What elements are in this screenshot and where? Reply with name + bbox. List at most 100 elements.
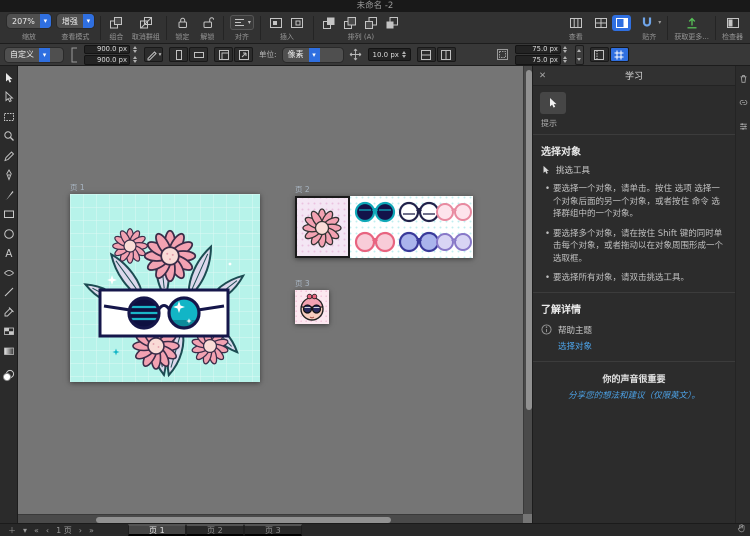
get-more-icon[interactable] xyxy=(682,15,701,31)
last-page-icon[interactable]: » xyxy=(89,524,94,536)
artboard-3[interactable] xyxy=(295,290,329,324)
more-title: 了解详情 xyxy=(541,304,581,316)
show-grid-icon[interactable] xyxy=(609,47,629,62)
line-tool-icon[interactable] xyxy=(2,286,16,299)
rows-icon[interactable] xyxy=(416,47,436,62)
anchor-point-icon[interactable] xyxy=(349,48,362,61)
zoom-tool-icon[interactable] xyxy=(2,130,16,143)
inspector-icon[interactable] xyxy=(723,15,742,31)
move-forward-icon[interactable] xyxy=(341,15,360,31)
transform-options-icon[interactable]: ▾ xyxy=(144,47,163,62)
group-icon[interactable] xyxy=(107,15,126,31)
vertical-scrollbar-thumb[interactable] xyxy=(525,70,532,410)
units-dropdown[interactable]: 像素 ▾ xyxy=(282,47,343,62)
artboard-tool-icon[interactable] xyxy=(2,110,16,123)
lock-icon[interactable] xyxy=(173,15,192,31)
vector-brush-tool-icon[interactable] xyxy=(2,266,16,279)
feedback-title: 你的声音很重要 xyxy=(602,374,666,385)
spacing-field[interactable]: 10.0 px xyxy=(367,48,411,61)
artboard-2-label[interactable]: 页 2 xyxy=(295,185,310,194)
tab-page-1[interactable]: 页 1 xyxy=(127,524,186,536)
tab-page-3[interactable]: 页 3 xyxy=(243,524,302,536)
text-tool-icon[interactable]: A xyxy=(2,247,16,260)
learn-panel: ✕ 学习 提示 选择对象 挑选工具 要选择一个对象，请单击。按住 选项 xyxy=(533,66,735,523)
width-stepper[interactable] xyxy=(131,45,138,53)
move-to-back-icon[interactable] xyxy=(383,15,402,31)
window-titlebar[interactable]: 未命名 -2 xyxy=(0,0,750,12)
unlock-icon[interactable] xyxy=(198,15,217,31)
move-backward-icon[interactable] xyxy=(362,15,381,31)
margin-vertical-field[interactable]: 75.0 px xyxy=(514,55,561,65)
height-stepper[interactable] xyxy=(131,56,138,64)
lock-label: 锁定 xyxy=(175,33,190,41)
insert-behind-icon[interactable] xyxy=(288,15,307,31)
snapping-magnet-icon[interactable] xyxy=(637,15,656,31)
canvas[interactable]: 页 1 页 2 页 3 xyxy=(18,66,532,523)
feedback-link[interactable]: 分享您的想法和建议（仅限英文）。 xyxy=(547,389,721,401)
horizontal-scrollbar-thumb[interactable] xyxy=(96,516,391,523)
landscape-orientation-icon[interactable] xyxy=(189,47,208,62)
tips-list: 要选择一个对象，请单击。按住 选项 选择一个对象后面的另一个对象，或者按住 命令… xyxy=(545,183,725,285)
toolbar-separator xyxy=(99,16,101,40)
toolbar-separator xyxy=(259,16,261,40)
artboard-1[interactable] xyxy=(70,194,260,382)
spacing-stepper[interactable] xyxy=(401,51,408,58)
pencil-tool-icon[interactable] xyxy=(2,149,16,162)
ellipse-tool-icon[interactable] xyxy=(2,227,16,240)
vertical-scrollbar[interactable] xyxy=(523,66,532,514)
margin-vertical-stepper[interactable] xyxy=(562,56,569,64)
margins-icon xyxy=(496,49,508,60)
move-tool-icon[interactable] xyxy=(2,71,16,84)
move-to-front-icon[interactable] xyxy=(320,15,339,31)
fill-stroke-swatches[interactable] xyxy=(2,367,15,386)
close-icon[interactable]: ✕ xyxy=(539,66,546,86)
scale-content-icon[interactable] xyxy=(234,47,253,62)
transparency-tool-icon[interactable] xyxy=(2,325,16,338)
margins-stepper[interactable] xyxy=(574,44,584,65)
eyedropper-tool-icon[interactable] xyxy=(2,305,16,318)
columns-icon[interactable] xyxy=(436,47,456,62)
trash-icon[interactable] xyxy=(737,72,750,85)
artboard-1-label[interactable]: 页 1 xyxy=(70,183,85,192)
height-field[interactable]: 900.0 px xyxy=(84,55,130,65)
tab-page-2[interactable]: 页 2 xyxy=(185,524,244,536)
help-link[interactable]: 选择对象 xyxy=(558,340,727,352)
brush-tool-icon[interactable] xyxy=(2,188,16,201)
horizontal-scrollbar[interactable] xyxy=(18,514,523,523)
arrange-label: 排列 (A) xyxy=(347,33,375,41)
width-field[interactable]: 900.0 px xyxy=(84,44,130,54)
insert-inside-icon[interactable] xyxy=(267,15,286,31)
help-topics-label: 帮助主题 xyxy=(558,325,593,336)
grid-icon[interactable] xyxy=(591,15,610,31)
link-icon[interactable] xyxy=(737,96,750,109)
node-tool-icon[interactable] xyxy=(2,91,16,104)
first-page-icon[interactable]: « xyxy=(34,524,39,536)
chevron-down-icon[interactable]: ▾ xyxy=(658,19,661,26)
viewmode-dropdown[interactable]: 增强 ▾ xyxy=(56,14,94,28)
clip-to-canvas-icon[interactable] xyxy=(214,47,233,62)
pan-hand-icon[interactable] xyxy=(736,523,746,536)
studio-panel-icon[interactable] xyxy=(612,14,632,31)
align-dropdown[interactable]: ▾ xyxy=(229,15,254,30)
view-columns-icon[interactable] xyxy=(566,15,585,31)
show-guides-icon[interactable] xyxy=(589,47,609,62)
portrait-orientation-icon[interactable] xyxy=(169,47,188,62)
ungroup-label: 取消群组 xyxy=(131,33,160,41)
gradient-tool-icon[interactable] xyxy=(2,344,16,357)
next-page-icon[interactable]: › xyxy=(79,524,82,536)
margin-horizontal-field[interactable]: 75.0 px xyxy=(514,44,561,54)
page-menu-icon[interactable]: ▾ xyxy=(23,524,27,536)
artboard-2[interactable] xyxy=(295,196,473,258)
artboard-3-label[interactable]: 页 3 xyxy=(295,279,310,288)
link-dimensions-icon[interactable] xyxy=(69,45,78,65)
rectangle-tool-icon[interactable] xyxy=(2,208,16,221)
ungroup-icon[interactable] xyxy=(136,15,155,31)
margin-horizontal-stepper[interactable] xyxy=(562,45,569,53)
prev-page-icon[interactable]: ‹ xyxy=(46,524,49,536)
zoom-dropdown[interactable]: 207% ▾ xyxy=(7,14,51,28)
move-tool-tile[interactable] xyxy=(540,92,566,114)
pen-tool-icon[interactable] xyxy=(2,169,16,182)
adjustments-icon[interactable] xyxy=(737,120,750,133)
preset-dropdown[interactable]: 自定义 ▾ xyxy=(5,47,63,62)
add-page-icon[interactable]: ＋ xyxy=(8,524,16,536)
